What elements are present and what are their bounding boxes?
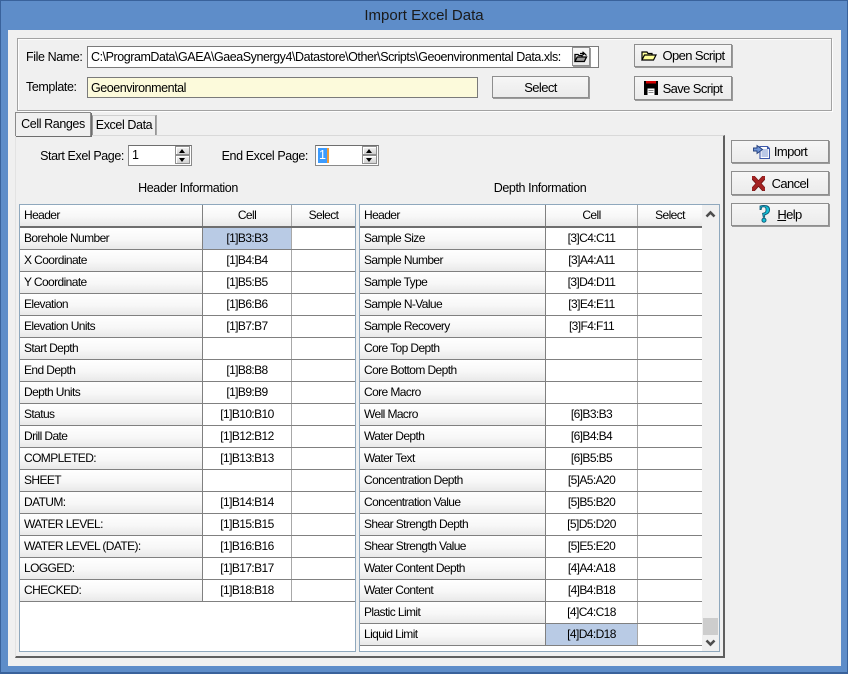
svg-text:?: ? [759,204,771,226]
